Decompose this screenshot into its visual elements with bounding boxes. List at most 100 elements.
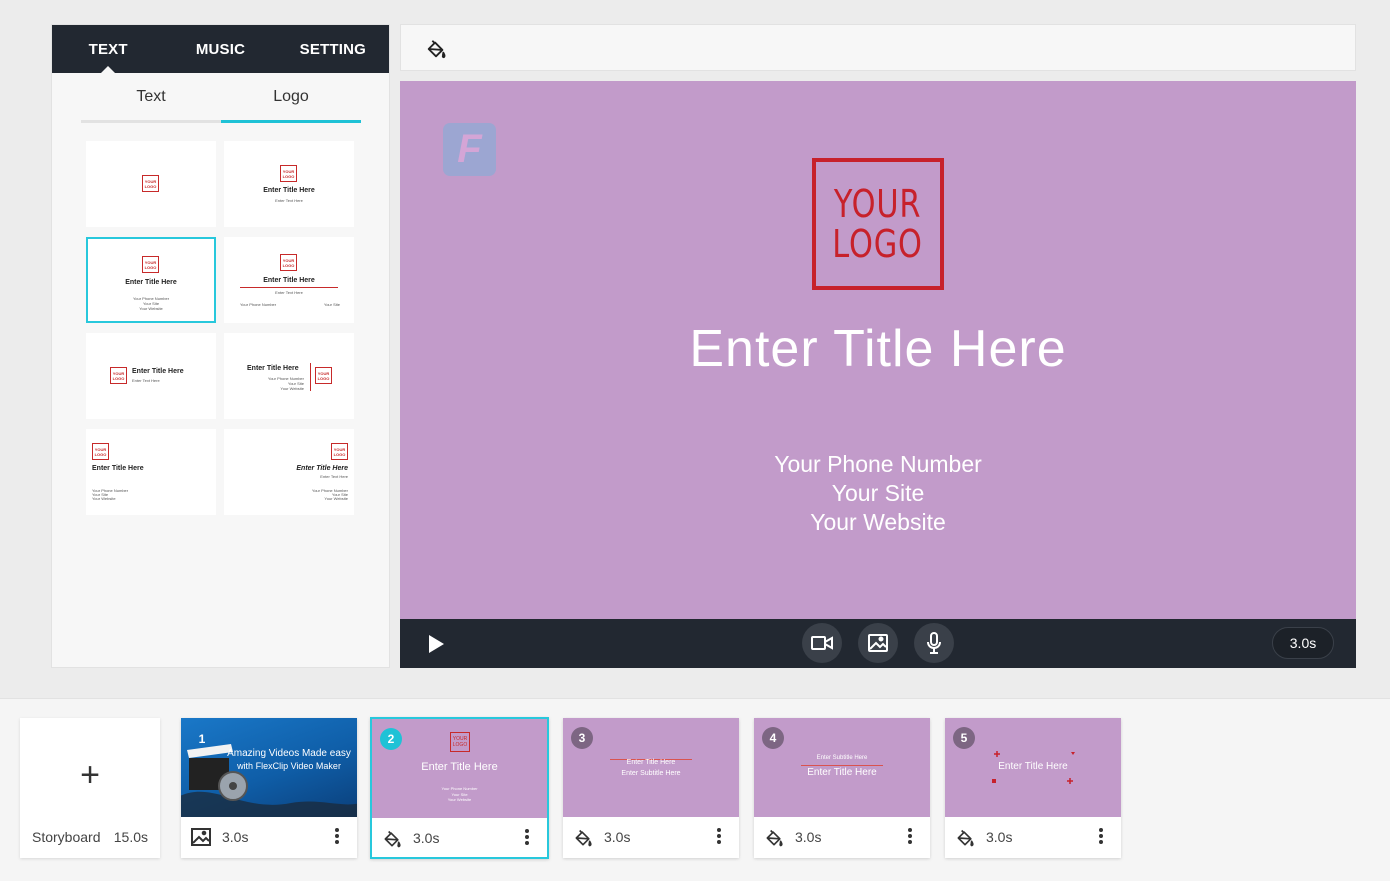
scene-number-badge: 3 <box>571 727 593 749</box>
logo-placeholder[interactable]: YOUR LOGO <box>812 158 944 290</box>
template-site: Your Site <box>323 302 340 307</box>
canvas-toolbar <box>400 24 1356 71</box>
scene-duration: 3.0s <box>986 829 1013 845</box>
storyboard-label: Storyboard <box>32 829 101 845</box>
more-vertical-icon[interactable] <box>717 827 721 850</box>
template-logo-title[interactable]: YOUR LOGO Enter Title Here Enter Text He… <box>224 141 354 227</box>
template-divider <box>310 363 311 391</box>
template-subtitle: Enter Text Here <box>320 474 348 479</box>
template-website: Your Website <box>139 306 163 311</box>
template-logo-only[interactable]: YOUR LOGO <box>86 141 216 227</box>
subtab-text[interactable]: Text <box>81 85 221 120</box>
template-title-logo-right[interactable]: Enter Title Here Your Phone Number Your … <box>224 333 354 419</box>
tab-music[interactable]: MUSIC <box>164 25 276 73</box>
paint-bucket-icon[interactable] <box>764 828 784 853</box>
scene-1-line2: with FlexClip Video Maker <box>237 761 341 771</box>
paint-bucket-icon[interactable] <box>573 828 593 853</box>
plus-icon: + <box>80 756 100 794</box>
template-website: Your Website <box>280 386 304 391</box>
paint-bucket-icon[interactable] <box>955 828 975 853</box>
template-phone: Your Phone Number <box>240 302 277 307</box>
scene-clip-1[interactable]: Amazing Videos Made easy with FlexClip V… <box>181 718 357 858</box>
scene-clip-5[interactable]: Enter Title Here 5 3.0s <box>945 718 1121 858</box>
scene-duration: 3.0s <box>795 829 822 845</box>
more-vertical-icon[interactable] <box>908 827 912 850</box>
tab-setting[interactable]: SETTING <box>277 25 389 73</box>
template-subtitle: Enter Text Here <box>275 290 303 295</box>
template-title: Enter Title Here <box>247 365 299 372</box>
more-vertical-icon[interactable] <box>335 827 339 850</box>
template-subtitle: Enter Text Here <box>132 378 160 383</box>
more-vertical-icon[interactable] <box>1099 827 1103 850</box>
canvas-site: Your Site <box>831 480 925 506</box>
template-logo: YOUR LOGO <box>142 175 159 192</box>
video-canvas[interactable]: F YOUR LOGO Enter Title Here Your Phone … <box>400 81 1356 619</box>
scene-footer: 3.0s <box>754 817 930 858</box>
scene-clip-2[interactable]: YOUR LOGO Enter Title Here Your Phone Nu… <box>370 717 549 859</box>
template-title: Enter Title Here <box>92 465 144 472</box>
scene-3-subtitle: Enter Subtitle Here <box>621 770 681 777</box>
template-logo: YOUR LOGO <box>331 443 348 460</box>
template-logo: YOUR LOGO <box>110 367 127 384</box>
scene-number-badge: 1 <box>198 732 206 746</box>
more-vertical-icon[interactable] <box>525 828 529 851</box>
scene-1-line1: Amazing Videos Made easy <box>227 748 351 759</box>
scene-number-badge: 4 <box>762 727 784 749</box>
play-icon[interactable] <box>424 632 448 656</box>
template-logo-title-footer[interactable]: YOUR LOGO Enter Title Here Enter Text He… <box>224 237 354 323</box>
template-logo: YOUR LOGO <box>142 256 159 273</box>
template-website: Your Website <box>92 496 116 501</box>
paint-bucket-icon[interactable] <box>382 829 402 854</box>
template-logo-left-title[interactable]: YOUR LOGO Enter Title Here Enter Text He… <box>86 333 216 419</box>
template-logo-title-contact[interactable]: YOUR LOGO Enter Title Here Your Phone Nu… <box>86 237 216 323</box>
template-title: Enter Title Here <box>263 187 315 194</box>
scene-footer: 3.0s <box>372 818 547 859</box>
left-panel: TEXT MUSIC SETTING Text Logo YOUR LOGO Y… <box>51 24 390 668</box>
template-logo-topleft[interactable]: YOUR LOGO Enter Title Here Your Phone Nu… <box>86 429 216 515</box>
scene-4-subtitle: Enter Subtitle Here <box>816 755 868 761</box>
scene-duration: 3.0s <box>413 830 440 846</box>
duration-display[interactable]: 3.0s <box>1272 627 1334 659</box>
paint-bucket-icon[interactable] <box>423 36 449 62</box>
scene-footer: 3.0s <box>181 817 357 858</box>
image-icon <box>191 828 211 851</box>
video-camera-icon[interactable] <box>802 623 842 663</box>
add-scene-button[interactable]: + Storyboard 15.0s <box>20 718 160 858</box>
sub-tabs: Text Logo <box>81 85 361 123</box>
template-logo: YOUR LOGO <box>92 443 109 460</box>
storyboard-total-duration: 15.0s <box>113 829 148 845</box>
template-subtitle: Enter Text Here <box>275 198 303 203</box>
template-title: Enter Title Here <box>125 279 177 286</box>
scene-2-title: Enter Title Here <box>421 761 498 773</box>
scene-2-logo: YOUR LOGO <box>450 732 470 752</box>
scene-footer: 3.0s <box>945 817 1121 858</box>
canvas-contact-info[interactable]: Your Phone Number Your Site Your Website <box>400 450 1356 537</box>
canvas-website: Your Website <box>810 509 946 535</box>
scene-number-badge: 5 <box>953 727 975 749</box>
subtab-logo[interactable]: Logo <box>221 85 361 123</box>
template-logo: YOUR LOGO <box>280 254 297 271</box>
scene-4-title: Enter Title Here <box>807 767 877 778</box>
template-logo: YOUR LOGO <box>315 367 332 384</box>
scene-3-title: Enter Title Here <box>626 759 676 766</box>
logo-text-line2: LOGO <box>832 222 924 266</box>
template-title: Enter Title Here <box>296 465 348 472</box>
scene-footer: 3.0s <box>563 817 739 858</box>
scene-clip-3[interactable]: Enter Title Here Enter Subtitle Here 3 3… <box>563 718 739 858</box>
image-icon[interactable] <box>858 623 898 663</box>
logo-text-line1: YOUR <box>834 182 922 226</box>
scene-4-divider <box>801 765 883 766</box>
canvas-phone: Your Phone Number <box>774 451 982 477</box>
scene-5-title: Enter Title Here <box>998 761 1068 772</box>
scene-clip-4[interactable]: Enter Subtitle Here Enter Title Here 4 3… <box>754 718 930 858</box>
microphone-icon[interactable] <box>914 623 954 663</box>
template-title: Enter Title Here <box>132 368 184 375</box>
scene-2-phone: Your Phone Number <box>441 786 478 791</box>
template-logo-topright[interactable]: YOUR LOGO Enter Title Here Enter Text He… <box>224 429 354 515</box>
tab-text[interactable]: TEXT <box>52 25 164 73</box>
scene-duration: 3.0s <box>604 829 631 845</box>
player-bar: 3.0s <box>400 619 1356 668</box>
watermark-logo: F <box>443 123 496 176</box>
storyboard: + Storyboard 15.0s Amazing Videos Made e… <box>0 698 1390 881</box>
canvas-title[interactable]: Enter Title Here <box>400 319 1356 379</box>
